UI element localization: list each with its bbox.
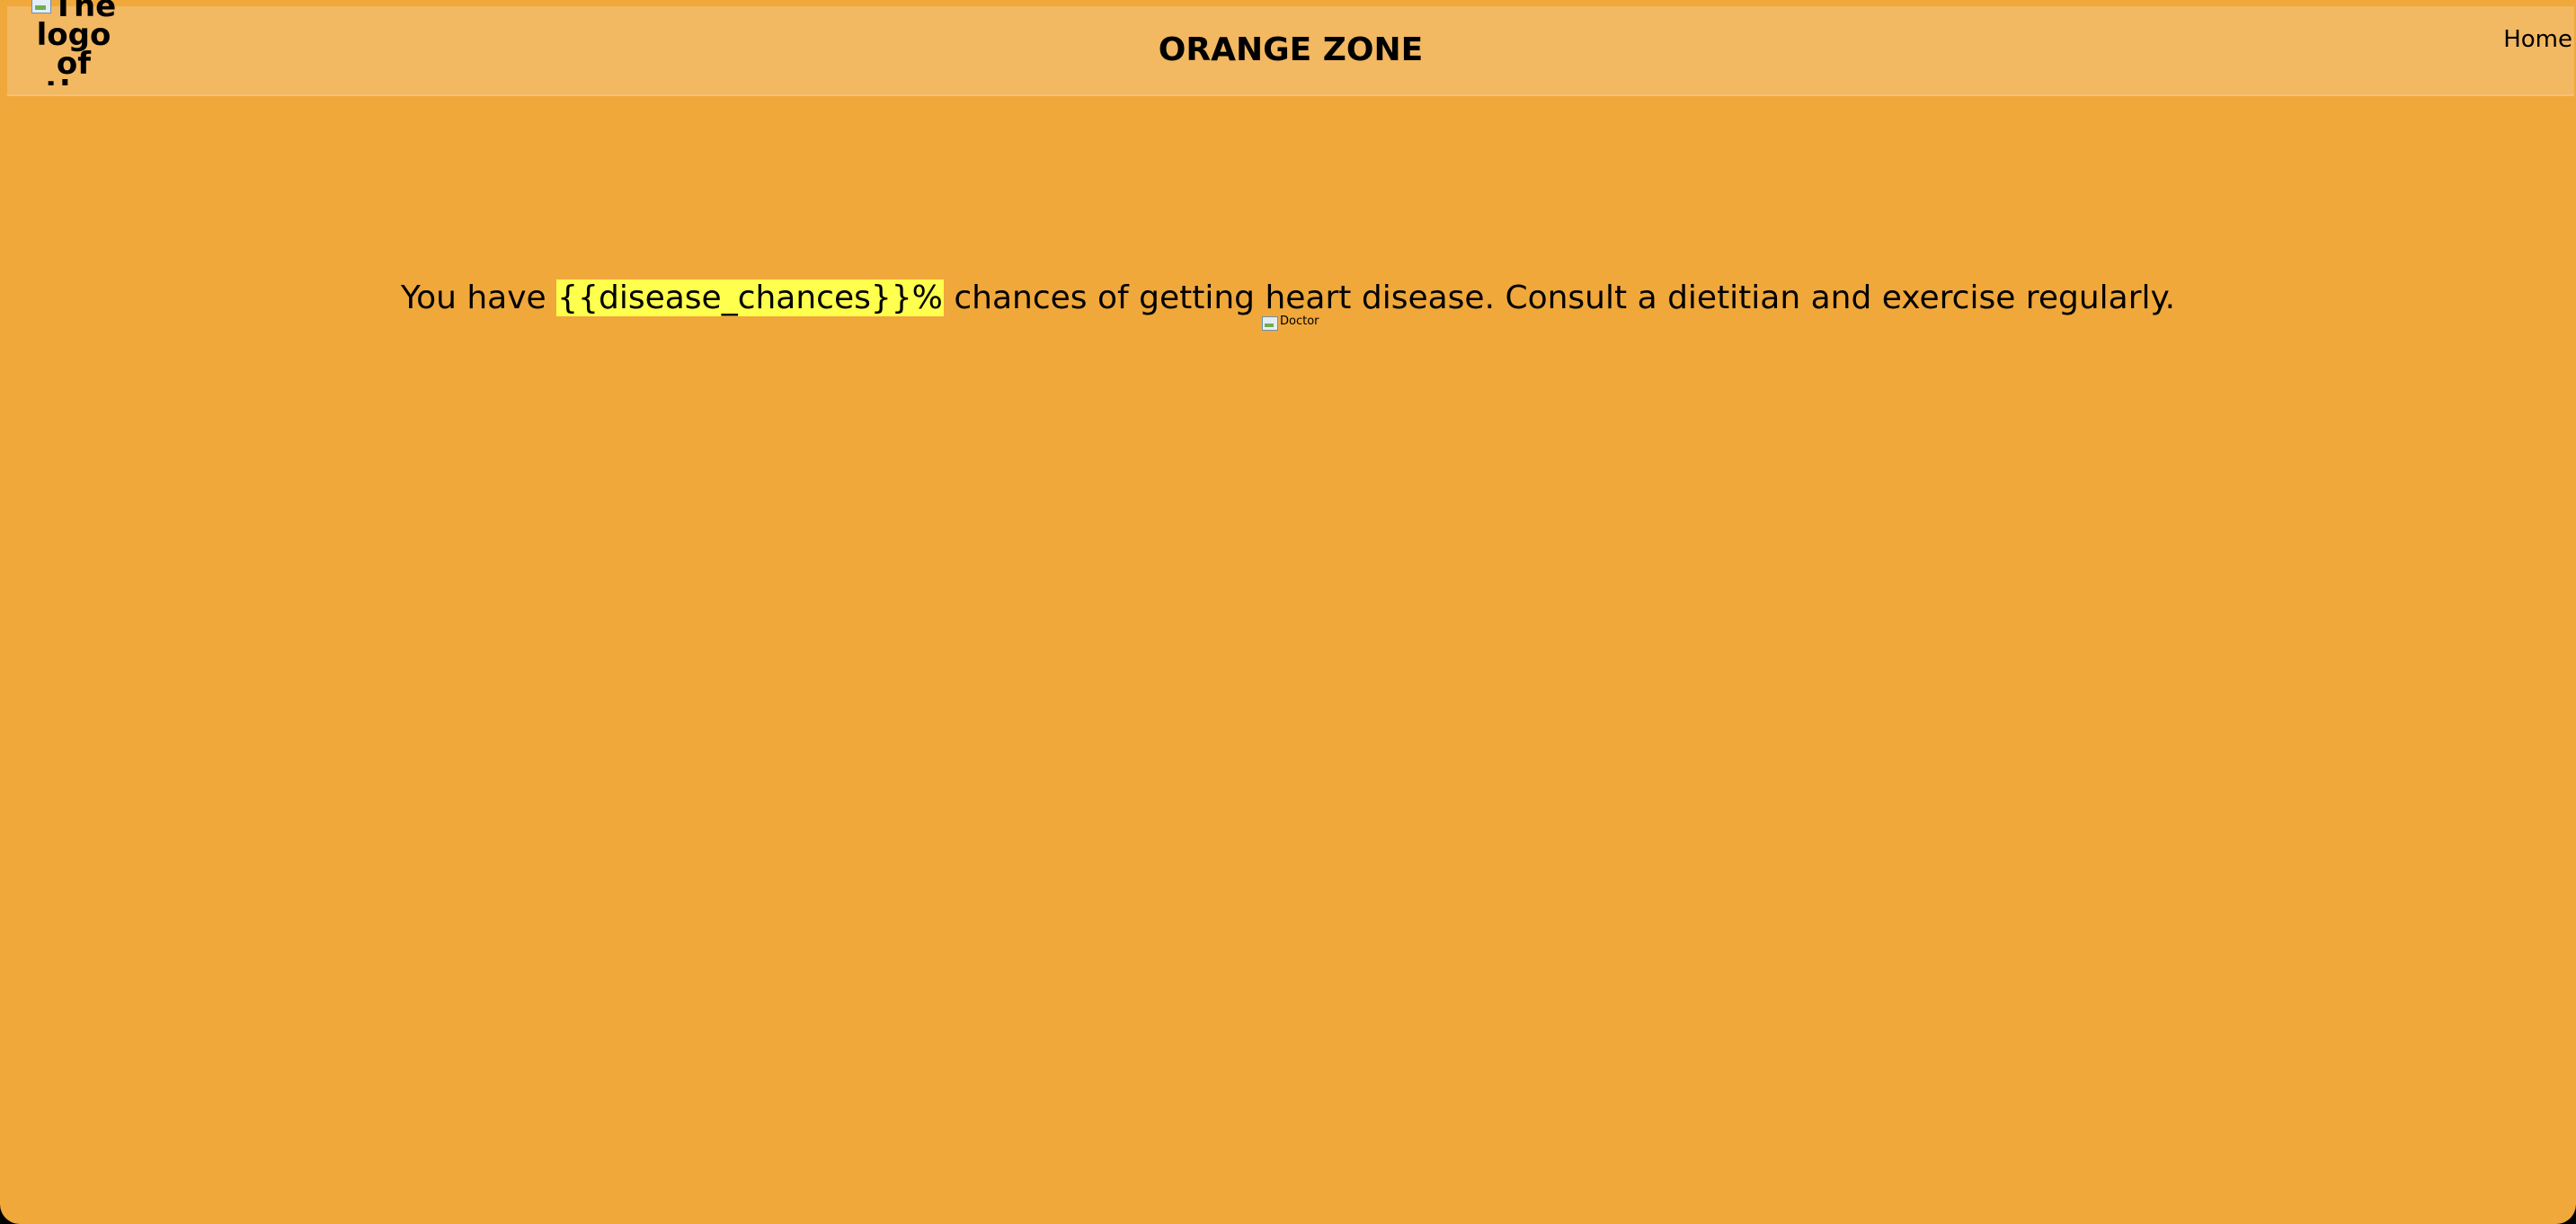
doctor-image-alt: Doctor [1280, 315, 1319, 328]
message-prefix: You have [400, 279, 546, 316]
message-suffix: chances of getting heart disease. Consul… [954, 279, 2176, 316]
disease-chance-value: {{disease_chances}}% [556, 279, 944, 316]
nav-home-link[interactable]: Home [2503, 26, 2572, 53]
header-bar: The logo of the website ORANGE ZONE Home [7, 0, 2574, 96]
broken-image-icon [1262, 316, 1278, 331]
doctor-image: Doctor [1262, 315, 1319, 331]
page: The logo of the website ORANGE ZONE Home… [0, 0, 2576, 1224]
page-title: ORANGE ZONE [1158, 31, 1424, 68]
